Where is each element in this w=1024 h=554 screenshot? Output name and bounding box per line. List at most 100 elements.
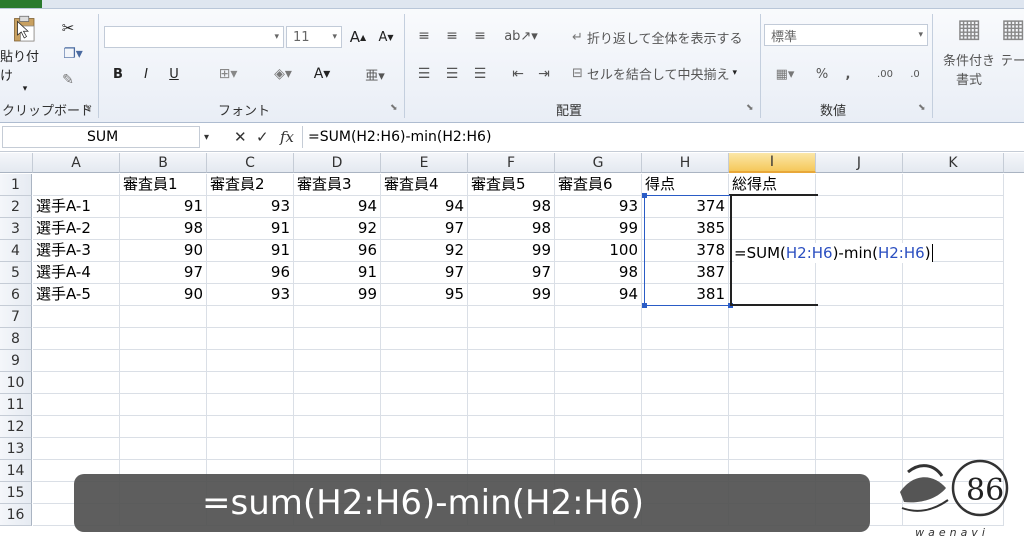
align-left-button[interactable]: ☰ [414, 64, 434, 84]
merge-center-button[interactable]: ⊟ セルを結合して中央揃え ▾ [572, 62, 754, 84]
cell-k10[interactable] [903, 372, 1004, 394]
cell-d7[interactable] [294, 306, 381, 328]
cell-j2[interactable] [816, 196, 903, 218]
cell-c9[interactable] [207, 350, 294, 372]
cell-e8[interactable] [381, 328, 468, 350]
cell-j8[interactable] [816, 328, 903, 350]
cell-k11[interactable] [903, 394, 1004, 416]
cell-h2[interactable]: 374 [642, 196, 729, 218]
cell-j6[interactable] [816, 284, 903, 306]
cell-j5[interactable] [816, 262, 903, 284]
cell-c7[interactable] [207, 306, 294, 328]
cell-a7[interactable] [33, 306, 120, 328]
cell-h6[interactable]: 381 [642, 284, 729, 306]
cell-b8[interactable] [120, 328, 207, 350]
row-header-3[interactable]: 3 [0, 218, 32, 240]
cell-i13[interactable] [729, 438, 816, 460]
cell-g11[interactable] [555, 394, 642, 416]
cell-h10[interactable] [642, 372, 729, 394]
cell-d12[interactable] [294, 416, 381, 438]
cell-j13[interactable] [816, 438, 903, 460]
cell-f5[interactable]: 97 [468, 262, 555, 284]
cell-i11[interactable] [729, 394, 816, 416]
cell-b1[interactable]: 審査員1 [120, 174, 207, 196]
cell-a2[interactable]: 選手A-1 [33, 196, 120, 218]
align-middle-button[interactable]: ≡ [442, 26, 462, 46]
row-header-14[interactable]: 14 [0, 460, 32, 482]
format-as-table-button[interactable]: ▦ テー [1002, 14, 1024, 98]
cell-e3[interactable]: 97 [381, 218, 468, 240]
cell-a12[interactable] [33, 416, 120, 438]
cell-h12[interactable] [642, 416, 729, 438]
cell-c1[interactable]: 審査員2 [207, 174, 294, 196]
cell-a6[interactable]: 選手A-5 [33, 284, 120, 306]
border-button[interactable]: ⊞▾ [214, 64, 242, 84]
align-center-button[interactable]: ☰ [442, 64, 462, 84]
cell-d5[interactable]: 91 [294, 262, 381, 284]
cell-e7[interactable] [381, 306, 468, 328]
cell-g9[interactable] [555, 350, 642, 372]
cell-d2[interactable]: 94 [294, 196, 381, 218]
row-header-8[interactable]: 8 [0, 328, 32, 350]
cancel-icon[interactable]: ✕ [234, 126, 247, 148]
number-launcher-icon[interactable]: ⬊ [918, 103, 926, 113]
formula-input[interactable]: =SUM(H2:H6)-min(H2:H6) [308, 126, 491, 148]
row-header-11[interactable]: 11 [0, 394, 32, 416]
cell-j10[interactable] [816, 372, 903, 394]
wrap-text-button[interactable]: ↵ 折り返して全体を表示する [572, 26, 754, 48]
align-bottom-button[interactable]: ≡ [470, 26, 490, 46]
cell-i8[interactable] [729, 328, 816, 350]
cell-f7[interactable] [468, 306, 555, 328]
clipboard-launcher-icon[interactable]: ⬊ [84, 103, 92, 113]
cell-c11[interactable] [207, 394, 294, 416]
font-color-button[interactable]: A▾ [308, 64, 336, 84]
cell-b12[interactable] [120, 416, 207, 438]
cell-a8[interactable] [33, 328, 120, 350]
cell-d3[interactable]: 92 [294, 218, 381, 240]
cell-i7[interactable] [729, 306, 816, 328]
cell-k3[interactable] [903, 218, 1004, 240]
cell-g4[interactable]: 100 [555, 240, 642, 262]
cell-i1[interactable]: 総得点 [729, 174, 816, 196]
cell-e12[interactable] [381, 416, 468, 438]
cell-d13[interactable] [294, 438, 381, 460]
cell-g1[interactable]: 審査員6 [555, 174, 642, 196]
cell-i5[interactable] [729, 262, 816, 284]
cell-d10[interactable] [294, 372, 381, 394]
cell-c10[interactable] [207, 372, 294, 394]
cell-h13[interactable] [642, 438, 729, 460]
cell-k9[interactable] [903, 350, 1004, 372]
cell-b11[interactable] [120, 394, 207, 416]
cell-e2[interactable]: 94 [381, 196, 468, 218]
cell-f11[interactable] [468, 394, 555, 416]
cell-h9[interactable] [642, 350, 729, 372]
cell-c8[interactable] [207, 328, 294, 350]
cell-g10[interactable] [555, 372, 642, 394]
row-header-10[interactable]: 10 [0, 372, 32, 394]
decrease-decimal-button[interactable]: .0 [902, 64, 928, 84]
cell-e10[interactable] [381, 372, 468, 394]
cut-button[interactable]: ✂ [58, 18, 78, 38]
cell-e11[interactable] [381, 394, 468, 416]
cell-a1[interactable] [33, 174, 120, 196]
cell-j9[interactable] [816, 350, 903, 372]
row-header-5[interactable]: 5 [0, 262, 32, 284]
column-header-partial[interactable] [1004, 153, 1024, 173]
cell-e13[interactable] [381, 438, 468, 460]
cell-c13[interactable] [207, 438, 294, 460]
row-header-15[interactable]: 15 [0, 482, 32, 504]
cell-j12[interactable] [816, 416, 903, 438]
cell-c3[interactable]: 91 [207, 218, 294, 240]
cell-d11[interactable] [294, 394, 381, 416]
decrease-indent-button[interactable]: ⇤ [508, 64, 528, 84]
cell-h11[interactable] [642, 394, 729, 416]
row-header-7[interactable]: 7 [0, 306, 32, 328]
cell-d9[interactable] [294, 350, 381, 372]
row-header-2[interactable]: 2 [0, 196, 32, 218]
cell-e5[interactable]: 97 [381, 262, 468, 284]
format-painter-button[interactable]: ✎ [58, 70, 78, 90]
column-header-k[interactable]: K [903, 153, 1004, 173]
column-header-a[interactable]: A [33, 153, 120, 173]
cell-b9[interactable] [120, 350, 207, 372]
increase-decimal-button[interactable]: .00 [872, 64, 898, 84]
